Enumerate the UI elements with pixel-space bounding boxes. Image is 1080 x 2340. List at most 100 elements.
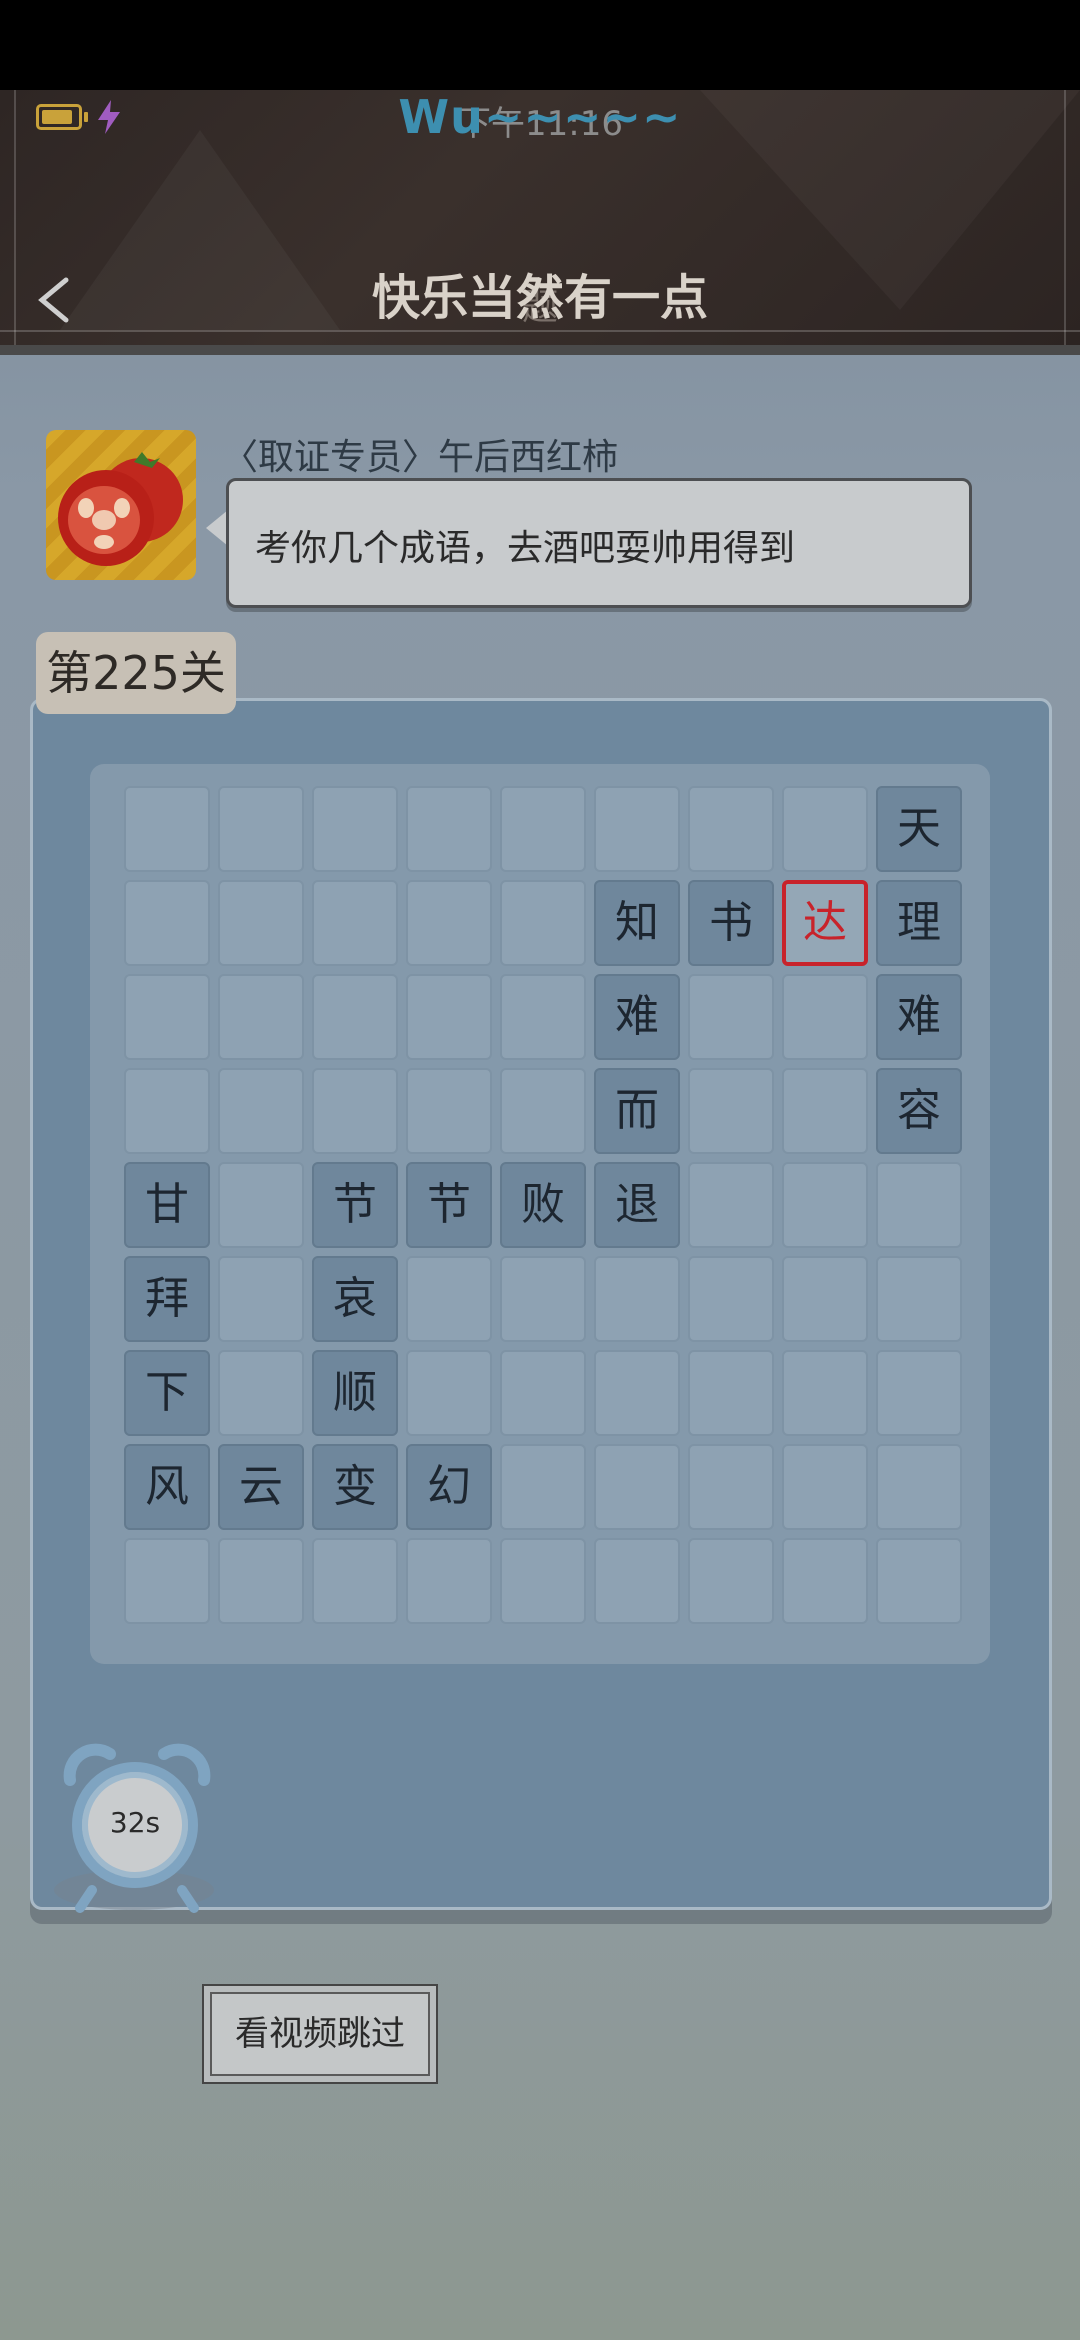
grid-cell[interactable] — [876, 1538, 962, 1624]
tomato-avatar — [46, 430, 196, 580]
grid-cell[interactable] — [312, 786, 398, 872]
grid-cell[interactable] — [876, 1350, 962, 1436]
grid-cell[interactable] — [688, 1444, 774, 1530]
grid-cell[interactable] — [782, 1068, 868, 1154]
back-arrow-icon[interactable] — [30, 270, 80, 330]
grid-cell[interactable] — [406, 880, 492, 966]
grid-cell[interactable] — [688, 1068, 774, 1154]
grid-cell[interactable] — [218, 1350, 304, 1436]
grid-cell[interactable]: 云 — [218, 1444, 304, 1530]
grid-cell[interactable] — [406, 1350, 492, 1436]
grid-cell[interactable]: 天 — [876, 786, 962, 872]
grid-cell[interactable] — [876, 1162, 962, 1248]
grid-cell[interactable] — [688, 1538, 774, 1624]
grid-cell[interactable] — [594, 1538, 680, 1624]
grid-cell[interactable] — [500, 974, 586, 1060]
grid-cell[interactable] — [594, 786, 680, 872]
grid-cell[interactable]: 达 — [782, 880, 868, 966]
grid-cell[interactable] — [124, 1538, 210, 1624]
page-title: 快乐当然有一点 — [371, 270, 708, 326]
grid-cell[interactable]: 理 — [876, 880, 962, 966]
grid-cell[interactable]: 难 — [594, 974, 680, 1060]
grid-cell[interactable]: 容 — [876, 1068, 962, 1154]
grid-cell[interactable] — [218, 786, 304, 872]
grid-cell[interactable]: 下 — [124, 1350, 210, 1436]
grid-cell[interactable] — [688, 786, 774, 872]
grid-cell[interactable] — [218, 1068, 304, 1154]
grid-cell[interactable] — [406, 1538, 492, 1624]
tomato-icon — [58, 452, 183, 566]
grid-cell[interactable] — [218, 880, 304, 966]
grid-cell[interactable]: 书 — [688, 880, 774, 966]
grid-cell[interactable] — [782, 1256, 868, 1342]
timer-value: 32s — [109, 1806, 161, 1839]
charging-bolt-icon — [98, 100, 120, 134]
grid-cell[interactable] — [782, 1162, 868, 1248]
grid-cell[interactable]: 败 — [500, 1162, 586, 1248]
grid-cell[interactable]: 哀 — [312, 1256, 398, 1342]
grid-cell[interactable] — [312, 974, 398, 1060]
header-divider — [0, 345, 1080, 355]
grid-cell[interactable] — [218, 1256, 304, 1342]
grid-cell[interactable] — [500, 1350, 586, 1436]
grid-cell[interactable]: 顺 — [312, 1350, 398, 1436]
grid-cell[interactable] — [312, 880, 398, 966]
grid-cell[interactable] — [876, 1256, 962, 1342]
grid-cell[interactable] — [782, 1444, 868, 1530]
grid-cell[interactable]: 退 — [594, 1162, 680, 1248]
grid-cell[interactable] — [500, 880, 586, 966]
grid-cell[interactable]: 而 — [594, 1068, 680, 1154]
grid-cell[interactable] — [782, 1538, 868, 1624]
grid-cell[interactable] — [688, 1350, 774, 1436]
grid-cell[interactable] — [218, 1162, 304, 1248]
grid-cell[interactable] — [876, 1444, 962, 1530]
grid-cell[interactable] — [688, 1162, 774, 1248]
grid-cell[interactable]: 知 — [594, 880, 680, 966]
grid-cell[interactable] — [124, 786, 210, 872]
battery-icon — [36, 104, 88, 130]
grid-cell[interactable] — [124, 1068, 210, 1154]
grid-cell[interactable] — [406, 786, 492, 872]
grid-cell[interactable]: 难 — [876, 974, 962, 1060]
grid-cell[interactable]: 风 — [124, 1444, 210, 1530]
grid-cell[interactable] — [782, 1350, 868, 1436]
grid-cell[interactable]: 节 — [312, 1162, 398, 1248]
grid-cell[interactable] — [500, 1538, 586, 1624]
speech-bubble: 考你几个成语，去酒吧耍帅用得到 — [226, 478, 972, 608]
header-edge — [1064, 90, 1066, 355]
grid-cell[interactable] — [218, 1538, 304, 1624]
grid-cell[interactable] — [500, 1256, 586, 1342]
grid-cell[interactable] — [312, 1068, 398, 1154]
grid-cell[interactable] — [406, 1256, 492, 1342]
grid-cell[interactable] — [124, 974, 210, 1060]
grid-cell[interactable]: 甘 — [124, 1162, 210, 1248]
grid-cell[interactable] — [500, 1068, 586, 1154]
grid-cell[interactable] — [312, 1538, 398, 1624]
grid-cell[interactable]: 拜 — [124, 1256, 210, 1342]
grid-cell[interactable] — [500, 1444, 586, 1530]
header-divider — [0, 330, 1080, 332]
level-badge: 第225关 — [36, 632, 236, 714]
grid-cell[interactable] — [688, 1256, 774, 1342]
bubble-tail — [206, 510, 228, 546]
npc-name: 〈取证专员〉午后西红柿 — [222, 437, 619, 478]
grid-cell[interactable] — [594, 1350, 680, 1436]
grid-cell[interactable] — [594, 1256, 680, 1342]
grid-cell[interactable] — [782, 974, 868, 1060]
grid-cell[interactable]: 节 — [406, 1162, 492, 1248]
grid-cell[interactable]: 变 — [312, 1444, 398, 1530]
grid-cell[interactable]: 幻 — [406, 1444, 492, 1530]
grid-cell[interactable] — [124, 880, 210, 966]
grid-cell[interactable] — [218, 974, 304, 1060]
status-bar-top — [0, 0, 1080, 90]
skip-button-label: 看视频跳过 — [210, 1992, 430, 2076]
grid-cell[interactable] — [594, 1444, 680, 1530]
dialogue-text: 考你几个成语，去酒吧耍帅用得到 — [255, 528, 796, 569]
overlay-title: Wu~~~~~ — [398, 90, 682, 144]
grid-cell[interactable] — [782, 786, 868, 872]
grid-cell[interactable] — [500, 786, 586, 872]
grid-cell[interactable] — [688, 974, 774, 1060]
grid-cell[interactable] — [406, 974, 492, 1060]
skip-by-video-button[interactable]: 看视频跳过 — [202, 1984, 438, 2084]
grid-cell[interactable] — [406, 1068, 492, 1154]
